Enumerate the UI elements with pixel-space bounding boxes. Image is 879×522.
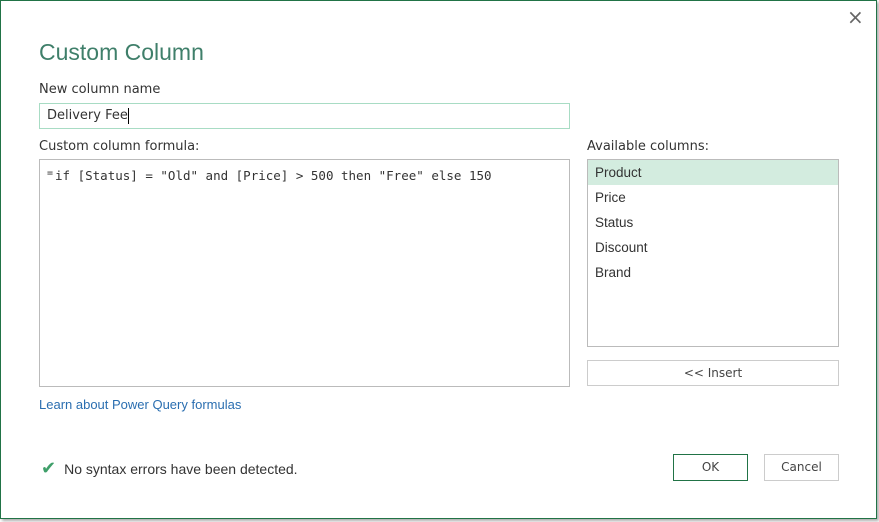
checkmark-icon: ✔	[41, 458, 57, 478]
cancel-button[interactable]: Cancel	[764, 454, 839, 481]
column-item-brand[interactable]: Brand	[588, 260, 838, 285]
formula-editor[interactable]: = if [Status] = "Old" and [Price] > 500 t…	[39, 159, 570, 387]
insert-button[interactable]: << Insert	[587, 360, 839, 386]
column-item-price[interactable]: Price	[588, 185, 838, 210]
new-column-name-label: New column name	[39, 82, 161, 97]
formula-text: if [Status] = "Old" and [Price] > 500 th…	[55, 168, 492, 183]
status-text: No syntax errors have been detected.	[64, 461, 298, 477]
column-item-product[interactable]: Product	[588, 160, 838, 185]
syntax-status: ✔ No syntax errors have been detected.	[41, 458, 298, 479]
available-columns-label: Available columns:	[587, 139, 709, 154]
close-icon[interactable]: ×	[847, 7, 864, 27]
available-columns-list[interactable]: Product Price Status Discount Brand	[587, 159, 839, 347]
custom-column-dialog: × Custom Column New column name Delivery…	[0, 0, 877, 519]
column-item-discount[interactable]: Discount	[588, 235, 838, 260]
formula-label: Custom column formula:	[39, 139, 200, 154]
text-caret	[127, 107, 129, 124]
formula-prefix: =	[47, 168, 54, 179]
ok-button[interactable]: OK	[673, 454, 748, 481]
dialog-title: Custom Column	[39, 39, 204, 65]
learn-formulas-link[interactable]: Learn about Power Query formulas	[39, 397, 241, 412]
new-column-name-value: Delivery Fee	[47, 108, 128, 123]
new-column-name-input[interactable]: Delivery Fee	[39, 103, 570, 129]
column-item-status[interactable]: Status	[588, 210, 838, 235]
